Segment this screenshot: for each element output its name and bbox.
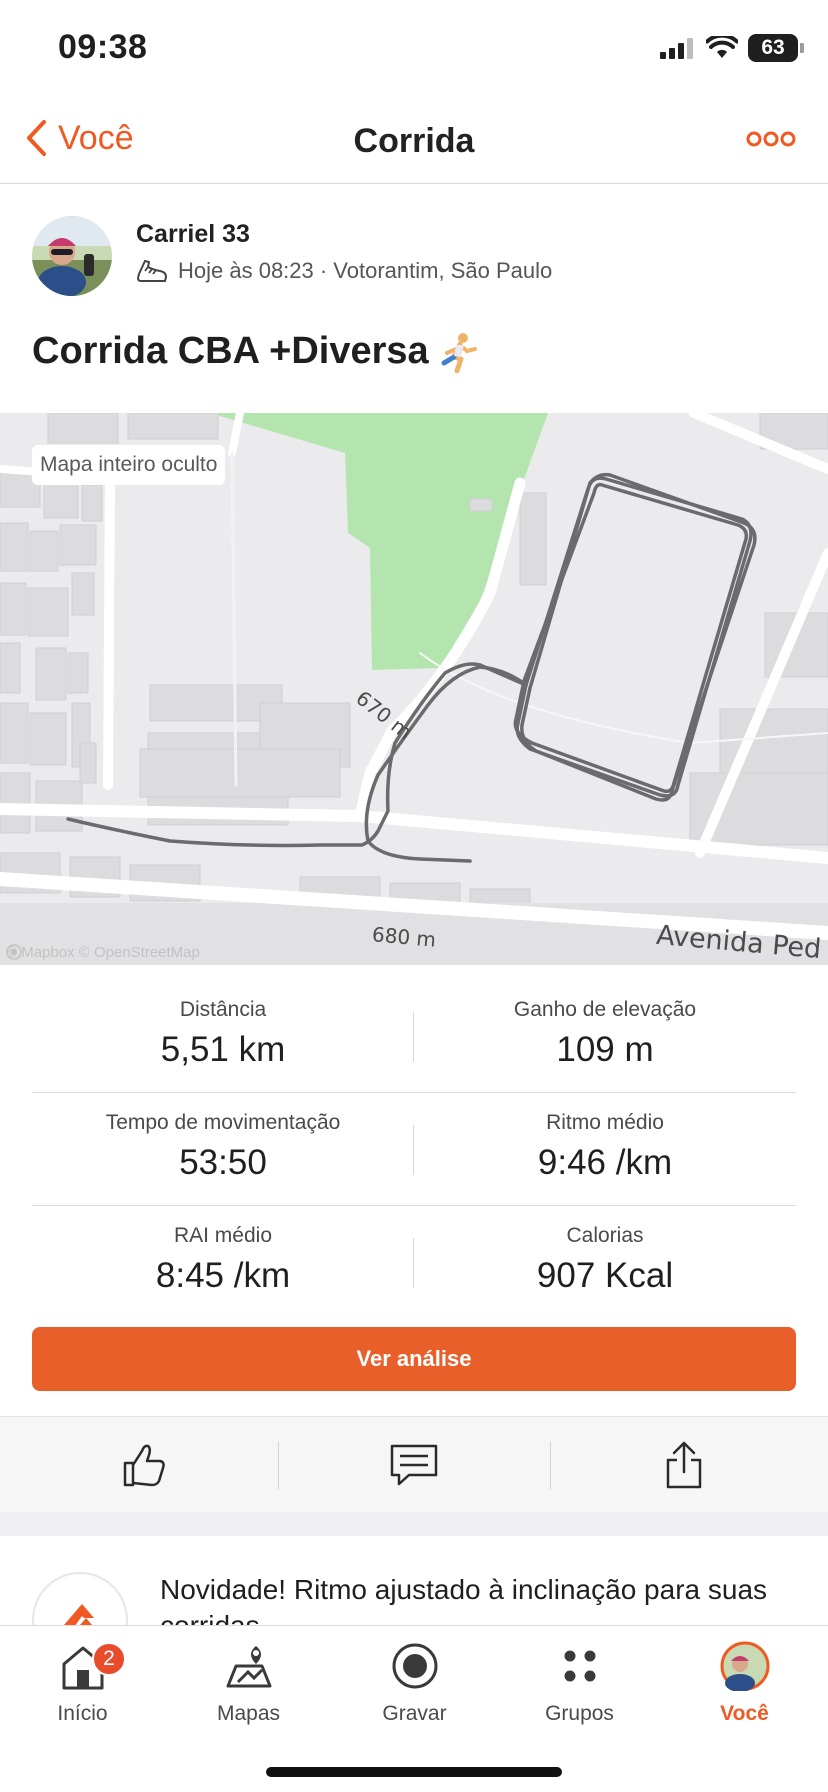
status-icons: 63 [660, 34, 804, 62]
runner-emoji-icon [441, 332, 477, 373]
battery-icon: 63 [748, 34, 804, 62]
stat-label: Ritmo médio [546, 1111, 664, 1134]
stat-label: RAI médio [173, 1224, 273, 1247]
activity-meta: Hoje às 08:23 · Votorantim, São Paulo [136, 258, 552, 284]
stat-value: 8:45 /km [155, 1256, 291, 1295]
share-icon [666, 1441, 702, 1489]
route-map[interactable]: Mapa inteiro oculto 670 m 680 m Avenida … [0, 413, 828, 965]
stat-moving-time: Tempo de movimentação 53:50 [32, 1111, 414, 1183]
activity-title-text: Corrida CBA +Diversa [32, 330, 429, 372]
stat-value: 9:46 /km [537, 1143, 673, 1182]
more-icon [746, 131, 796, 147]
stats-grid: Distância 5,51 km Ganho de elevação 109 … [32, 980, 796, 1319]
comment-icon [390, 1444, 438, 1486]
tab-label: Grupos [545, 1702, 614, 1725]
stat-distance: Distância 5,51 km [32, 998, 414, 1070]
status-bar: 09:38 63 [0, 0, 828, 100]
tab-label: Início [57, 1702, 108, 1725]
tab-you[interactable]: Você [662, 1636, 827, 1736]
tab-label: Você [720, 1702, 769, 1725]
share-button[interactable] [546, 1417, 822, 1513]
activity-title: Corrida CBA +Diversa [32, 330, 481, 373]
stat-label: Ganho de elevação [513, 998, 697, 1021]
map-attribution-text: © Mapbox © OpenStreetMap [6, 944, 200, 961]
view-analysis-button[interactable]: Ver análise [32, 1327, 796, 1391]
wifi-icon [706, 36, 738, 58]
action-bar [0, 1416, 828, 1512]
shoe-icon [137, 260, 167, 282]
stat-row: RAI médio 8:45 /km Calorias 907 Kcal [32, 1206, 796, 1319]
stat-elevation-gain: Ganho de elevação 109 m [414, 998, 796, 1070]
athlete-name[interactable]: Carriel 33 [136, 220, 250, 249]
athlete-header: Carriel 33 Hoje às 08:23 · Votorantim, S… [0, 184, 828, 314]
stat-row: Tempo de movimentação 53:50 Ritmo médio … [32, 1093, 796, 1206]
record-icon [392, 1643, 437, 1689]
tab-label: Mapas [216, 1702, 281, 1725]
tab-record[interactable]: Gravar [332, 1636, 497, 1736]
stat-average-pace: Ritmo médio 9:46 /km [414, 1111, 796, 1183]
mapbox-logo-icon [6, 944, 22, 960]
stat-value: 5,51 km [160, 1030, 286, 1069]
tab-home[interactable]: 2 Início [0, 1636, 165, 1736]
activity-meta-text: Hoje às 08:23 · Votorantim, São Paulo [178, 258, 553, 283]
page-title: Corrida [353, 122, 475, 160]
more-button[interactable] [746, 130, 796, 153]
comment-button[interactable] [276, 1417, 552, 1513]
home-indicator[interactable] [266, 1767, 562, 1777]
stat-value: 53:50 [179, 1143, 267, 1182]
stat-calories: Calorias 907 Kcal [414, 1224, 796, 1296]
notification-badge: 2 [92, 1642, 126, 1676]
stat-gap: RAI médio 8:45 /km [32, 1224, 414, 1296]
profile-avatar-icon [720, 1641, 769, 1691]
stat-label: Distância [179, 998, 267, 1021]
tab-maps[interactable]: Mapas [166, 1636, 331, 1736]
avatar[interactable] [32, 216, 112, 296]
stat-row: Distância 5,51 km Ganho de elevação 109 … [32, 980, 796, 1093]
strava-logo-icon [32, 1572, 128, 1626]
nav-bar: Você Corrida [0, 100, 828, 184]
map-canvas [0, 413, 828, 965]
thumbs-up-icon [123, 1444, 165, 1487]
tab-label: Gravar [382, 1702, 447, 1725]
promo-card[interactable]: Novidade! Ritmo ajustado à inclinação pa… [0, 1536, 828, 1626]
section-gap [0, 1512, 828, 1536]
map-attribution[interactable]: © Mapbox © OpenStreetMap [6, 944, 200, 961]
stat-value: 907 Kcal [536, 1256, 674, 1295]
status-time: 09:38 [58, 28, 148, 66]
stat-label: Calorias [566, 1224, 644, 1247]
kudos-button[interactable] [6, 1417, 282, 1513]
promo-text: Novidade! Ritmo ajustado à inclinação pa… [160, 1574, 768, 1626]
tab-groups[interactable]: Grupos [497, 1636, 662, 1736]
stat-label: Tempo de movimentação [105, 1111, 341, 1134]
map-hidden-label: Mapa inteiro oculto [32, 445, 226, 485]
groups-icon [564, 1650, 595, 1682]
stat-value: 109 m [556, 1030, 654, 1069]
signal-icon [660, 38, 693, 59]
maps-icon [226, 1646, 271, 1688]
